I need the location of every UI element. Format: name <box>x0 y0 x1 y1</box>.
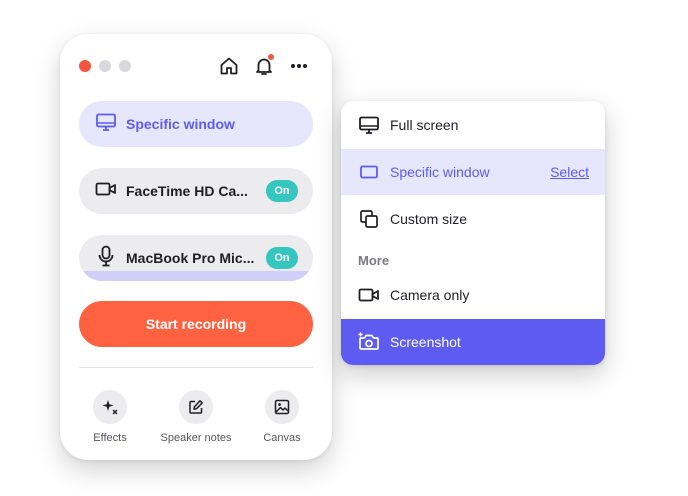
microphone-selector[interactable]: MacBook Pro Mic... On <box>79 235 313 281</box>
more-icon[interactable] <box>288 54 310 78</box>
menu-item-full-screen[interactable]: Full screen <box>341 102 605 148</box>
notification-badge <box>268 54 274 60</box>
more-section-heading: More <box>358 253 390 268</box>
recording-mode-menu: Full screen Specific window Select Custo… <box>341 101 605 365</box>
image-icon <box>265 390 299 424</box>
top-toolbar <box>218 54 310 78</box>
menu-item-camera-only[interactable]: Camera only <box>341 272 605 318</box>
menu-item-label: Specific window <box>390 164 490 180</box>
menu-item-specific-window[interactable]: Specific window Select <box>341 149 605 195</box>
menu-item-label: Camera only <box>390 287 470 303</box>
menu-item-label: Custom size <box>390 211 468 227</box>
video-camera-icon <box>95 180 117 203</box>
effects-button[interactable]: Effects <box>70 390 150 444</box>
divider <box>79 367 313 368</box>
monitor-icon <box>358 114 380 136</box>
window-controls <box>79 60 131 72</box>
microphone-toggle[interactable]: On <box>266 247 298 269</box>
camera-label: FaceTime HD Ca... <box>126 183 248 199</box>
menu-item-label: Full screen <box>390 117 459 133</box>
home-icon[interactable] <box>218 54 240 78</box>
speaker-notes-label: Speaker notes <box>160 432 232 444</box>
camera-toggle[interactable]: On <box>266 180 298 202</box>
camera-plus-icon <box>358 331 380 353</box>
recording-source-label: Specific window <box>126 116 235 132</box>
menu-item-label: Screenshot <box>390 334 461 350</box>
bell-icon[interactable] <box>253 54 275 78</box>
menu-item-screenshot[interactable]: Screenshot <box>341 319 605 365</box>
minimize-window-button[interactable] <box>99 60 111 72</box>
window-icon <box>358 161 380 183</box>
microphone-label: MacBook Pro Mic... <box>126 250 255 266</box>
microphone-level-meter <box>79 271 313 281</box>
select-window-link[interactable]: Select <box>550 164 589 180</box>
recorder-panel: Specific window FaceTime HD Ca... On Mac… <box>60 34 332 460</box>
sparkle-icon <box>93 390 127 424</box>
monitor-icon <box>95 112 117 137</box>
start-recording-button[interactable]: Start recording <box>79 301 313 347</box>
canvas-label: Canvas <box>263 432 301 444</box>
close-window-button[interactable] <box>79 60 91 72</box>
camera-selector[interactable]: FaceTime HD Ca... On <box>79 168 313 214</box>
microphone-icon <box>95 245 117 272</box>
canvas-button[interactable]: Canvas <box>242 390 322 444</box>
speaker-notes-button[interactable]: Speaker notes <box>156 390 236 444</box>
recording-source-selector[interactable]: Specific window <box>79 101 313 147</box>
note-edit-icon <box>179 390 213 424</box>
custom-size-icon <box>358 208 380 230</box>
effects-label: Effects <box>93 432 127 444</box>
video-camera-icon <box>358 284 380 306</box>
menu-item-custom-size[interactable]: Custom size <box>341 196 605 242</box>
zoom-window-button[interactable] <box>119 60 131 72</box>
